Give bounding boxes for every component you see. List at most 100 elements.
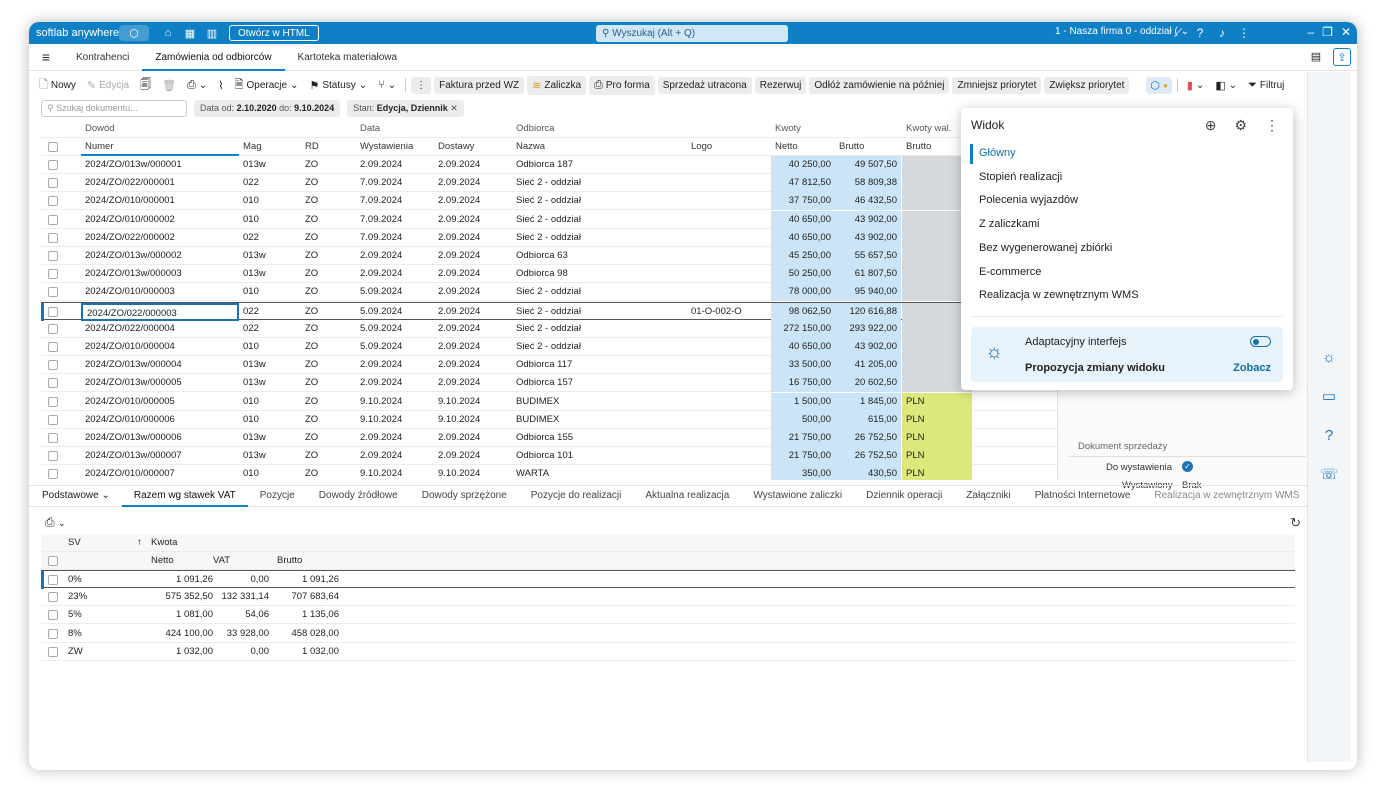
pro-forma-button[interactable]: ⎙ Pro forma (589, 75, 655, 95)
row-checkbox[interactable] (48, 414, 58, 425)
col-vat-vat[interactable]: VAT (213, 552, 230, 570)
col-vat-netto[interactable]: Netto (151, 552, 174, 570)
tab-dowody-sprzezone[interactable]: Dowody sprzężone (410, 485, 519, 507)
tab-pozycje[interactable]: Pozycje (248, 485, 307, 507)
support-icon[interactable]: ☏ (1318, 465, 1340, 485)
tab-dowody-zrodlowe[interactable]: Dowody źródłowe (307, 485, 410, 507)
add-view-icon[interactable]: ⊕ (1205, 117, 1217, 134)
row-checkbox[interactable] (48, 378, 58, 389)
date-filter-chip[interactable]: Data od: 2.10.2020 do: 9.10.2024 (194, 99, 341, 117)
tab-zamowienia[interactable]: Zamówienia od odbiorców (142, 44, 285, 71)
table-row[interactable]: 2024/ZO/013w/000007 013w ZO 2.09.2024 2.09.2… (41, 447, 1057, 466)
chart-button[interactable]: ▮ ⌄ (1183, 77, 1208, 94)
row-checkbox[interactable] (48, 269, 58, 280)
row-checkbox[interactable] (48, 610, 58, 621)
tab-kartoteka[interactable]: Kartoteka materiałowa (285, 44, 411, 71)
col-mag[interactable]: Mag (239, 138, 301, 156)
view-item[interactable]: Z zaliczkami (979, 218, 1040, 230)
row-checkbox[interactable] (48, 323, 58, 334)
cube-icon[interactable]: ⬡ (119, 25, 149, 41)
row-checkbox[interactable] (48, 160, 58, 170)
postpone-order-button[interactable]: Odłóż zamówienie na później (809, 76, 950, 94)
table-row[interactable]: 2024/ZO/013w/000002 013w ZO 2.09.2024 2.09.2… (41, 247, 1057, 265)
chat-icon[interactable]: ▭ (1318, 387, 1340, 407)
row-checkbox[interactable] (48, 451, 58, 462)
tab-dziennik-operacji[interactable]: Dziennik operacji (854, 485, 954, 507)
tab-zalaczniki[interactable]: Załączniki (954, 485, 1022, 507)
tab-platnosci-internetowe[interactable]: Płatności Internetowe (1023, 485, 1143, 507)
vat-table-row[interactable]: 23% 575 352,50 132 331,14 707 683,64 (41, 588, 1295, 607)
tab-pozycje-do-realizacji[interactable]: Pozycje do realizacji (519, 485, 634, 507)
col-netto[interactable]: Netto (771, 138, 835, 156)
operations-button[interactable]: 🗎 Operacje ⌄ (231, 74, 303, 97)
restore-icon[interactable]: ❐ (1322, 25, 1333, 39)
share-icon[interactable]: ⇪ (1333, 48, 1351, 66)
tab-realizacja-wms[interactable]: Realizacja w zewnętrznym WMS (1142, 485, 1311, 507)
state-filter-chip[interactable]: Stan: Edycja, Dziennik ✕ (347, 99, 464, 117)
printer-icon[interactable]: ⎙ ⌄ (45, 515, 65, 530)
advance-button[interactable]: ≋ Zaliczka (527, 75, 587, 95)
vat-table-row[interactable]: 8% 424 100,00 33 928,00 458 028,00 (41, 625, 1295, 643)
more-vertical-icon[interactable]: ⋮ (1265, 117, 1279, 134)
print-button[interactable]: ⎙ ⌄ (183, 77, 211, 94)
layout-button[interactable]: ◧ ⌄ (1211, 77, 1241, 94)
row-checkbox[interactable] (48, 251, 58, 261)
col-vat-brutto[interactable]: Brutto (277, 552, 302, 570)
attach-button[interactable]: ⌇ (214, 77, 227, 94)
col-rd[interactable]: RD (301, 138, 356, 156)
col-brutto[interactable]: Brutto (835, 138, 901, 156)
view-item[interactable]: Bez wygenerowanej zbiórki (979, 242, 1112, 254)
invoice-before-wz-button[interactable]: Faktura przed WZ (434, 76, 525, 94)
close-icon[interactable]: ✕ (1341, 25, 1351, 39)
row-checkbox[interactable] (48, 306, 58, 317)
row-checkbox[interactable] (48, 592, 58, 603)
columns-icon[interactable]: ▤ (1307, 48, 1325, 66)
see-proposal-link[interactable]: Zobacz (1233, 362, 1271, 374)
table-row[interactable]: 2024/ZO/010/000003 010 ZO 5.09.2024 2.09.202… (41, 283, 1057, 302)
table-row[interactable]: 2024/ZO/022/000004 022 ZO 5.09.2024 2.09.202… (41, 319, 1057, 338)
table-row[interactable]: 2024/ZO/013w/000004 013w ZO 2.09.2024 2.09.2… (41, 356, 1057, 375)
table-row[interactable]: 2024/ZO/010/000001 010 ZO 7.09.2024 2.09.202… (41, 192, 1057, 211)
view-item[interactable]: Realizacja w zewnętrznym WMS (979, 289, 1139, 301)
vat-table-row[interactable]: ZW 1 032,00 0,00 1 032,00 (41, 643, 1295, 661)
view-item[interactable]: Stopień realizacji (979, 171, 1062, 183)
copy-doc-button[interactable]: 🗐 (136, 74, 155, 97)
table-row[interactable]: 2024/ZO/013w/000003 013w ZO 2.09.2024 2.09.2… (41, 265, 1057, 284)
col-numer[interactable]: Numer (81, 138, 239, 156)
table-row[interactable]: 2024/ZO/013w/000001 013w ZO 2.09.2024 2.09.2… (41, 156, 1057, 174)
table-row[interactable]: 2024/ZO/010/000007 010 ZO 9.10.2024 9.10.202… (41, 465, 1057, 480)
vat-table-row[interactable]: 0% 1 091,26 0,00 1 091,26 (41, 570, 1295, 589)
hamburger-menu-icon[interactable]: ≡ (29, 49, 63, 65)
help-chat-icon[interactable]: ? (1318, 427, 1340, 447)
table-row[interactable]: 2024/ZO/013w/000005 013w ZO 2.09.2024 2.09.2… (41, 374, 1057, 393)
tab-wystawione-zaliczki[interactable]: Wystawione zaliczki (741, 485, 854, 507)
view-item[interactable]: Polecenia wyjazdów (979, 194, 1078, 206)
row-checkbox[interactable] (48, 360, 58, 371)
settings-gear-icon[interactable]: ⚙ (1234, 117, 1247, 134)
global-search-input[interactable]: ⚲ Wyszukaj (Alt + Q) (596, 25, 788, 42)
table-row[interactable]: 2024/ZO/010/000002 010 ZO 7.09.2024 2.09.202… (41, 210, 1057, 229)
col-dostawy[interactable]: Dostawy (434, 138, 512, 156)
col-logo[interactable]: Logo (687, 138, 771, 156)
view-item[interactable]: E-commerce (979, 266, 1041, 278)
row-checkbox[interactable] (48, 433, 58, 443)
vat-table-row[interactable]: 5% 1 081,00 54,06 1 135,06 (41, 606, 1295, 625)
table-row[interactable]: 2024/ZO/013w/000006 013w ZO 2.09.2024 2.09.2… (41, 429, 1057, 447)
more-actions-button[interactable]: ⋮ (411, 76, 432, 94)
col-wystawienia[interactable]: Wystawienia (356, 138, 434, 156)
tab-aktualna-realizacja[interactable]: Aktualna realizacja (633, 485, 741, 507)
document-search-input[interactable]: ⚲ Szukaj dokumentu... (41, 99, 187, 117)
row-checkbox[interactable] (48, 287, 58, 298)
filter-button[interactable]: ⏷ Filtruj (1244, 77, 1288, 94)
new-button[interactable]: 🗋 Nowy (35, 74, 80, 97)
table-row[interactable]: 2024/ZO/022/000001 022 ZO 7.09.2024 2.09.202… (41, 174, 1057, 193)
tab-podstawowe[interactable]: Podstawowe ⌄ (42, 485, 122, 507)
row-checkbox[interactable] (48, 646, 58, 657)
reserve-button[interactable]: Rezerwuj (754, 76, 807, 94)
table-row[interactable]: 2024/ZO/010/000004 010 ZO 5.09.2024 2.09.202… (41, 338, 1057, 356)
col-sv[interactable]: SV (68, 534, 81, 552)
tab-razem-wg-stawek-vat[interactable]: Razem wg stawek VAT (121, 485, 248, 507)
delete-doc-button[interactable]: 🗑 (158, 77, 180, 94)
help-icon[interactable]: ? (1191, 25, 1209, 41)
view-selector-button[interactable]: ⬡ ● (1146, 76, 1172, 94)
